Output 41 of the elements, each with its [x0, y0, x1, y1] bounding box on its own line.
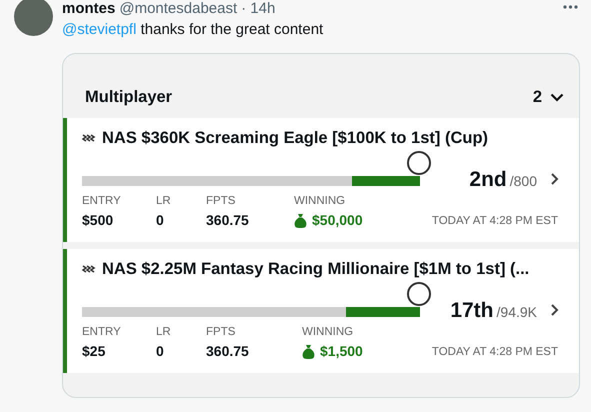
- author-name[interactable]: montes: [62, 0, 116, 17]
- progress-marker: [407, 151, 431, 175]
- author-handle[interactable]: @montesdabeast: [119, 0, 238, 17]
- stat-value: 0: [156, 343, 165, 359]
- contest-title: NAS $2.25M Fantasy Racing Millionaire [$1M to 1st] (...: [102, 260, 530, 278]
- stat-value: 360.75: [206, 343, 250, 359]
- stat-label: WINNING: [302, 326, 354, 338]
- stat-label: ENTRY: [82, 326, 122, 338]
- winning-amount: $50,000: [312, 212, 363, 228]
- stat-label: WINNING: [294, 195, 346, 207]
- entry-timestamp: TODAY AT 4:28 PM EST: [432, 215, 558, 227]
- panel-title: Multiplayer: [85, 88, 172, 106]
- stat-value: $25: [82, 343, 106, 359]
- stat-label: FPTS: [206, 326, 236, 338]
- chevron-down-icon[interactable]: [550, 92, 564, 102]
- post-text: @stevietpfl thanks for the great content: [62, 21, 324, 38]
- stat-value: 360.75: [206, 212, 250, 228]
- progress-marker: [407, 282, 431, 306]
- money-bag-icon: [294, 212, 307, 228]
- field-size: /94.9K: [496, 304, 537, 320]
- entry-count: 2: [532, 88, 542, 106]
- stat-label: LR: [156, 326, 172, 338]
- stat-label: LR: [156, 195, 172, 207]
- stat-value: 0: [156, 212, 165, 228]
- stat-value: $500: [82, 212, 114, 228]
- stat-label: FPTS: [206, 195, 236, 207]
- money-bag-icon: [302, 344, 315, 358]
- chevron-right-icon[interactable]: [550, 172, 559, 186]
- stat-label: ENTRY: [82, 195, 122, 207]
- rank-text: 17th: [450, 299, 494, 323]
- more-icon[interactable]: [563, 5, 578, 9]
- checkered-flag-icon: [82, 264, 96, 274]
- entry-timestamp: TODAY AT 4:28 PM EST: [432, 346, 558, 358]
- checkered-flag-icon: [82, 133, 96, 143]
- avatar[interactable]: [14, 0, 53, 36]
- chevron-right-icon[interactable]: [550, 303, 559, 317]
- post-time[interactable]: · 14h: [241, 0, 276, 17]
- rank-text: 2nd: [469, 168, 507, 192]
- contest-title: NAS $360K Screaming Eagle [$100K to 1st] (Cup): [102, 128, 488, 148]
- field-size: /800: [510, 173, 537, 189]
- winning-amount: $1,500: [320, 343, 363, 359]
